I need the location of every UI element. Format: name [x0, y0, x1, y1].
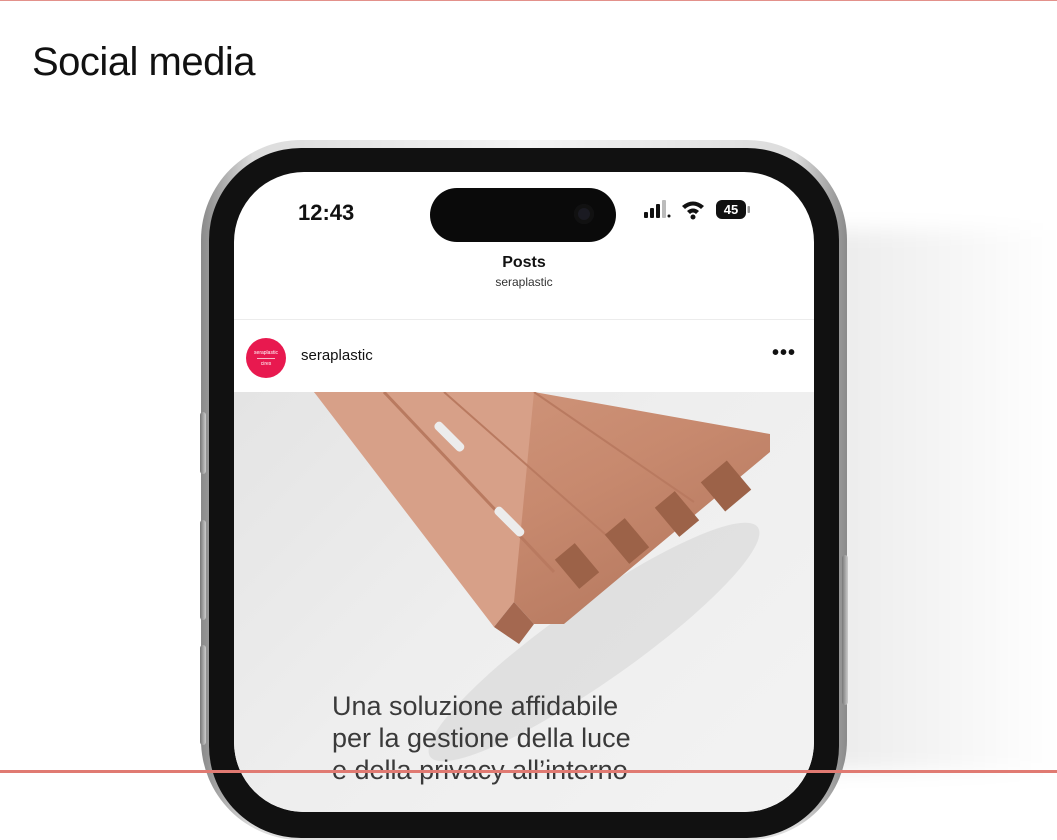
- nav-header: Posts seraplastic: [234, 254, 814, 289]
- status-time: 12:43: [298, 200, 355, 225]
- more-options-icon[interactable]: •••: [772, 342, 796, 365]
- front-camera-icon: [574, 204, 594, 224]
- nav-subtitle: seraplastic: [495, 275, 553, 289]
- page-title: Social media: [32, 40, 256, 84]
- battery-level: 45: [723, 202, 739, 217]
- status-bar: 12:43 45: [234, 172, 814, 242]
- cellular-signal-icon: [644, 200, 671, 218]
- avatar[interactable]: seraplastic cires: [246, 338, 286, 378]
- avatar-text-top: seraplastic: [254, 349, 278, 356]
- caption-line: per la gestione della luce: [332, 723, 631, 753]
- status-icons: 45: [644, 198, 764, 222]
- post-header: seraplastic cires seraplastic •••: [234, 332, 814, 392]
- phone-power-button: [842, 555, 848, 705]
- avatar-text-bottom: cires: [260, 360, 272, 367]
- avatar-divider: [257, 357, 275, 359]
- phone-screen: 12:43 45 Posts seraplastic seraplastic c…: [234, 172, 814, 812]
- wifi-icon: [682, 201, 704, 220]
- top-accent-line: [0, 0, 1057, 1]
- phone-volume-down-button: [200, 645, 206, 745]
- phone-action-button: [200, 412, 206, 474]
- phone-volume-up-button: [200, 520, 206, 620]
- nav-title: Posts: [502, 254, 546, 271]
- post-username[interactable]: seraplastic: [301, 347, 373, 364]
- caption-line: Una soluzione affidabile: [332, 691, 619, 721]
- header-divider: [234, 319, 814, 320]
